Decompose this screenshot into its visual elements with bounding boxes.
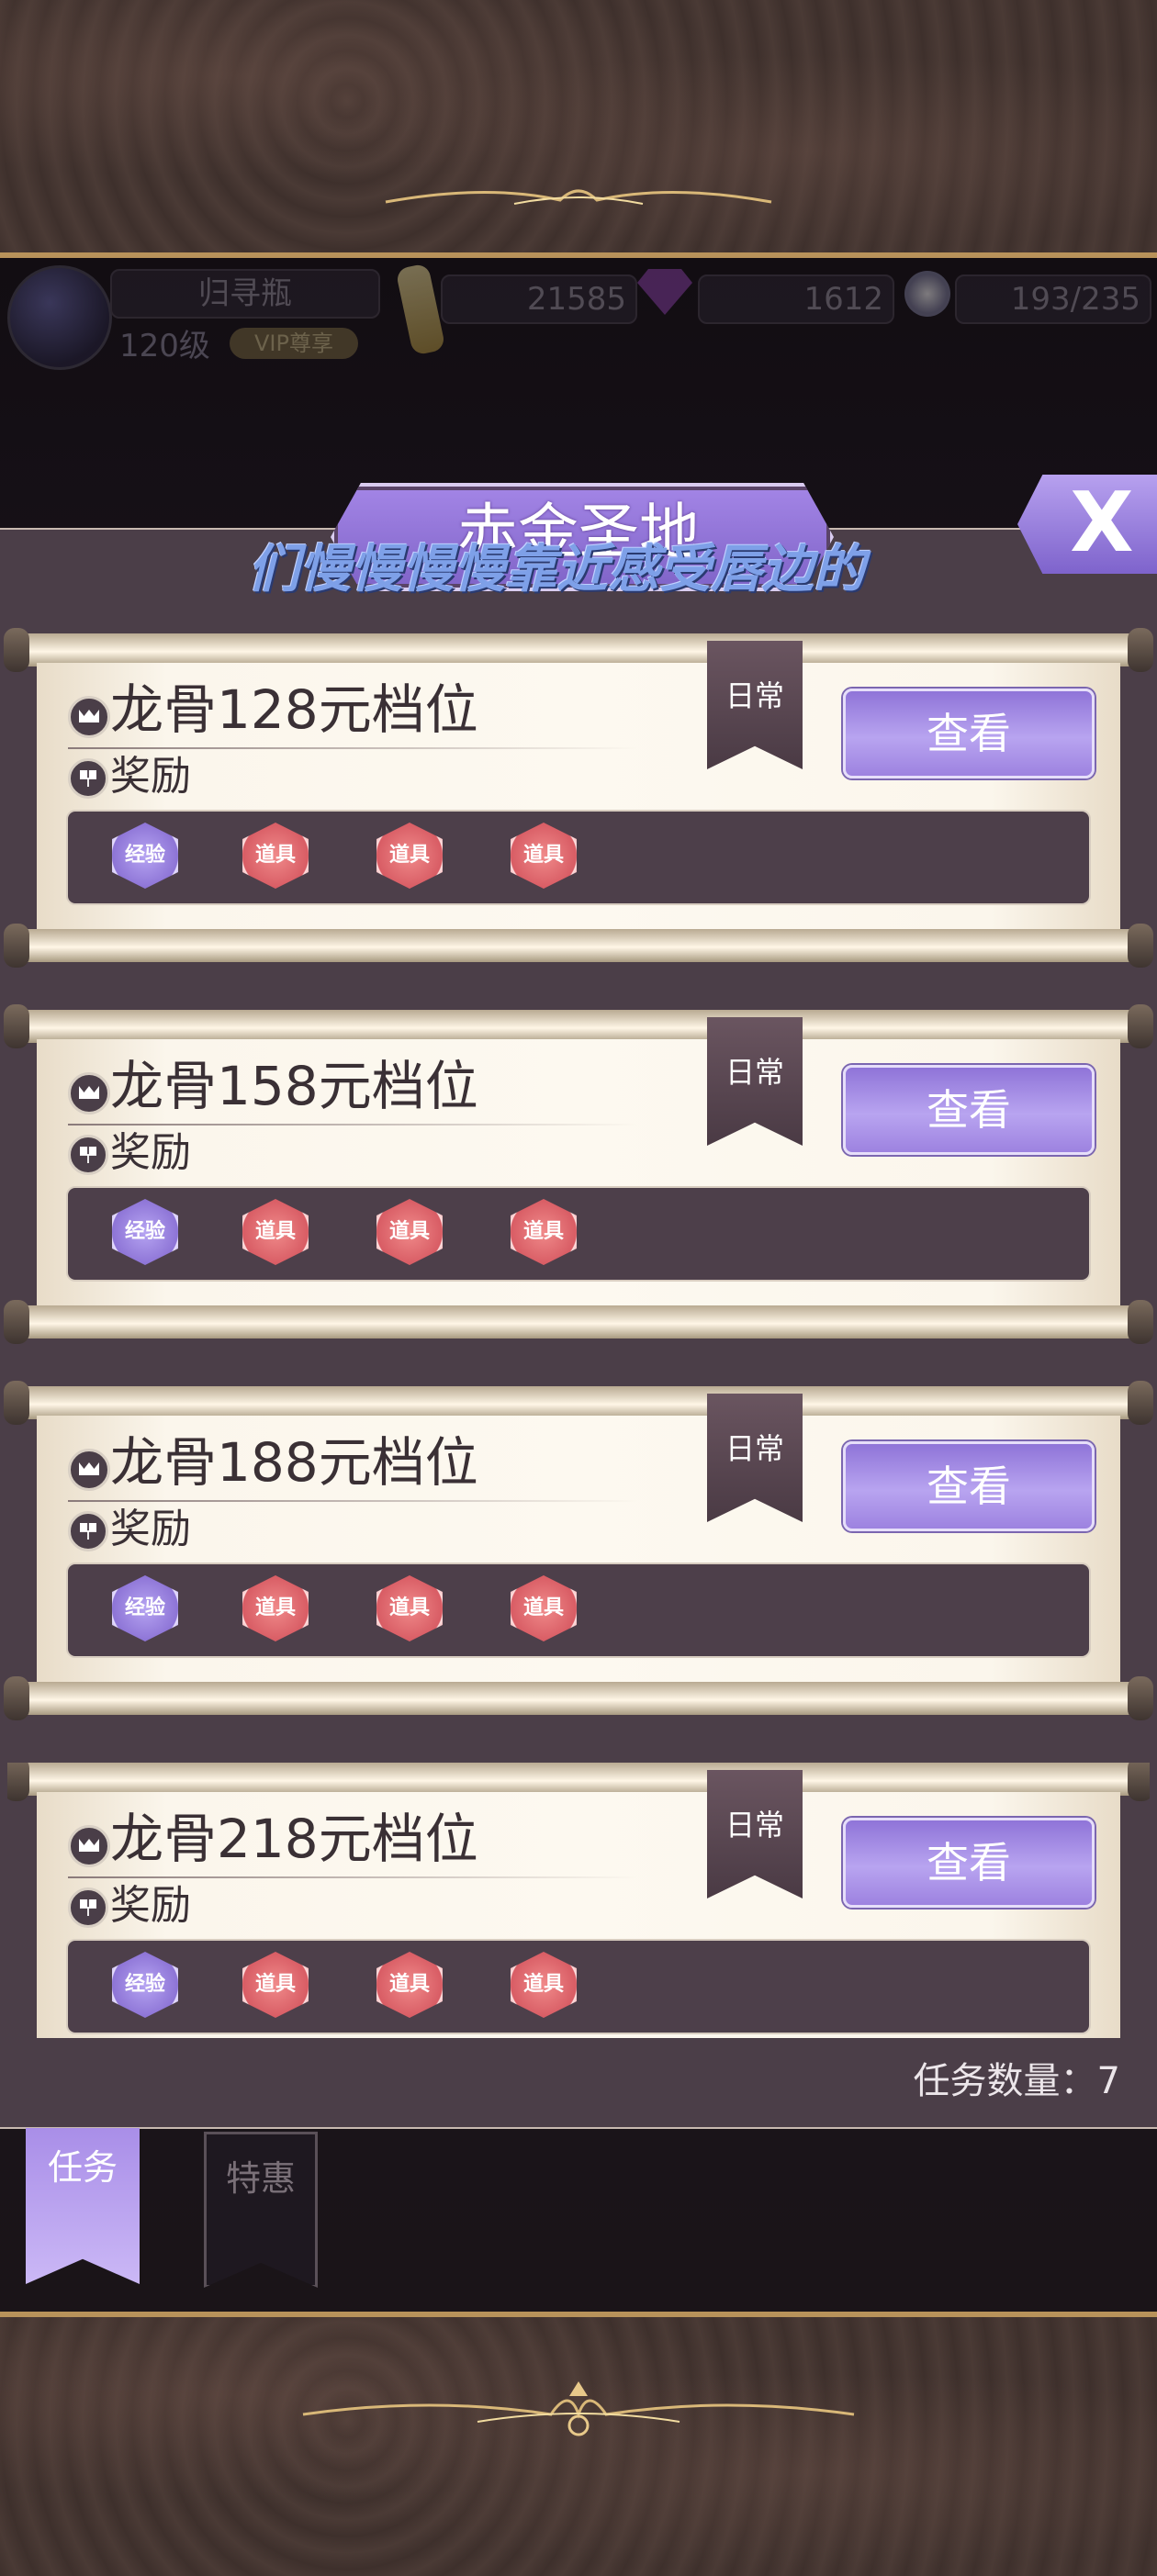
scrolling-marquee-text: 们慢慢慢慢靠近感受唇边的 [248, 539, 865, 599]
crown-icon [68, 696, 110, 738]
tier-card: 龙骨188元档位 奖励 日常 查看 经验 道具 道具 道具 [4, 1381, 1153, 1720]
reward-label: 奖励 [110, 753, 191, 800]
task-count: 任务数量：7 [913, 2060, 1120, 2102]
view-button[interactable]: 查看 [843, 1065, 1095, 1155]
gift-icon [68, 1135, 108, 1175]
energy-counter: 193/235 [955, 274, 1151, 324]
rod-cap [4, 628, 29, 672]
tab-specials-label: 特惠 [225, 2158, 296, 2199]
reward-label: 奖励 [110, 1882, 191, 1929]
top-flourish-ornament [385, 189, 772, 205]
rod-cap [7, 1763, 29, 1801]
rod-cap [4, 1676, 29, 1720]
bottom-flourish-ornament [302, 2381, 855, 2436]
player-avatar[interactable] [7, 265, 112, 370]
tier-title: 龙骨158元档位 [110, 1055, 478, 1117]
scroll-rod-bottom [4, 1676, 1153, 1720]
view-button[interactable]: 查看 [843, 1441, 1095, 1531]
rod-cap [1128, 1763, 1150, 1801]
reward-tray [66, 1186, 1091, 1282]
close-icon[interactable]: X [1056, 477, 1148, 569]
title-divider [68, 1500, 637, 1502]
tier-card: 龙骨158元档位 奖励 日常 查看 经验 道具 道具 道具 [4, 1004, 1153, 1344]
scroll-rod-top [4, 1004, 1153, 1048]
scroll-rod-bottom [4, 1300, 1153, 1344]
daily-tag: 日常 [725, 1808, 784, 1842]
tab-tasks-label: 任务 [47, 2147, 118, 2188]
rod-cap [4, 1300, 29, 1344]
tier-title: 龙骨218元档位 [110, 1808, 478, 1870]
scroll-rod-top [4, 628, 1153, 672]
scroll-rod-bottom [4, 924, 1153, 968]
daily-tag: 日常 [725, 1431, 784, 1466]
daily-tag: 日常 [725, 1055, 784, 1090]
tier-card: 龙骨128元档位 奖励 日常 查看 经验 道具 道具 道具 [4, 628, 1153, 968]
rod-cap [4, 1381, 29, 1425]
reward-label: 奖励 [110, 1506, 191, 1552]
gift-icon [68, 1887, 108, 1928]
reward-tray [66, 1939, 1091, 2034]
gift-icon [68, 758, 108, 799]
scroll-rod-top [4, 1381, 1153, 1425]
vip-badge: VIP尊享 [230, 328, 358, 359]
tier-title: 龙骨188元档位 [110, 1431, 478, 1494]
rod-cap [1128, 1676, 1153, 1720]
gem-counter: 1612 [698, 274, 894, 324]
rod-cap [1128, 924, 1153, 968]
player-hud: 归寻瓶 120级 VIP尊享 21585 1612 193/235 [0, 262, 1157, 390]
rod-cap [1128, 628, 1153, 672]
rod-cap [1128, 1381, 1153, 1425]
gold-icon [395, 263, 446, 356]
energy-icon [904, 271, 950, 317]
rod-cap [1128, 1300, 1153, 1344]
view-button[interactable]: 查看 [843, 689, 1095, 778]
crown-icon [68, 1072, 110, 1114]
crown-icon [68, 1825, 110, 1867]
top-decorative-bar [0, 0, 1157, 258]
daily-tag: 日常 [725, 678, 784, 713]
title-divider [68, 1876, 637, 1878]
gem-icon [637, 269, 692, 315]
gift-icon [68, 1511, 108, 1551]
reward-label: 奖励 [110, 1129, 191, 1176]
view-button[interactable]: 查看 [843, 1818, 1095, 1908]
tier-card: 龙骨218元档位 奖励 日常 查看 经验 道具 道具 道具 [7, 1763, 1150, 2038]
player-level: 120级 [119, 328, 210, 364]
player-name: 归寻瓶 [110, 269, 380, 319]
tier-title: 龙骨128元档位 [110, 678, 478, 741]
rod-cap [4, 1004, 29, 1048]
reward-tray [66, 1562, 1091, 1658]
title-divider [68, 747, 637, 749]
rod-cap [1128, 1004, 1153, 1048]
reward-tray [66, 810, 1091, 905]
crown-icon [68, 1449, 110, 1491]
title-divider [68, 1124, 637, 1126]
gold-counter: 21585 [441, 274, 637, 324]
scroll-rod-top [7, 1763, 1150, 1801]
bottom-decorative-bar [0, 2312, 1157, 2576]
rod-cap [4, 924, 29, 968]
